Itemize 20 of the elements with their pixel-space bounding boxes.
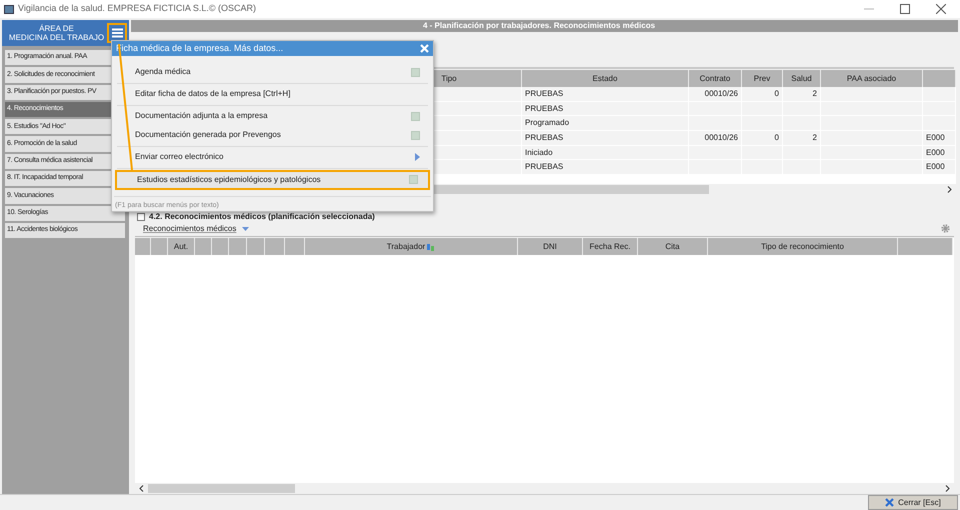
column-header: Estado [522,70,689,87]
window-title: Vigilancia de la salud. EMPRESA FICTICIA S.L.© (OSCAR) [18,2,256,16]
column-header: Salud [783,70,821,87]
area-title: ÁREA DE MEDICINA DEL TRABAJO [8,24,106,42]
section-title: 4.2. Reconocimientos médicos (planificación seleccionada) [149,210,375,223]
column-header: Trabajador [305,238,518,256]
column-header: Tipo de reconocimiento [708,238,898,256]
column-header: Aut. [168,238,195,256]
column-header: Prev [742,70,783,87]
menu-item[interactable]: Editar ficha de datos de la empresa [Ctrl+H] [115,84,430,104]
view-dropdown[interactable]: Reconocimientos médicos [143,222,250,235]
menu-item[interactable]: Enviar correo electrónico [115,148,430,166]
close-dialog-button[interactable]: Cerrar [Esc] [868,495,958,510]
menu-item[interactable]: Estudios estadísticos epidemiológicos y patológicos [115,170,430,190]
column-header: Cita [638,238,708,256]
column-header: DNI [518,238,583,256]
panel-title-bar: 4 - Planificación por trabajadores. Reconocimientos médicos [131,20,958,32]
column-header: Contrato [689,70,742,87]
column-header: Fecha Rec. [583,238,638,256]
column-header: PAA asociado [821,70,923,87]
